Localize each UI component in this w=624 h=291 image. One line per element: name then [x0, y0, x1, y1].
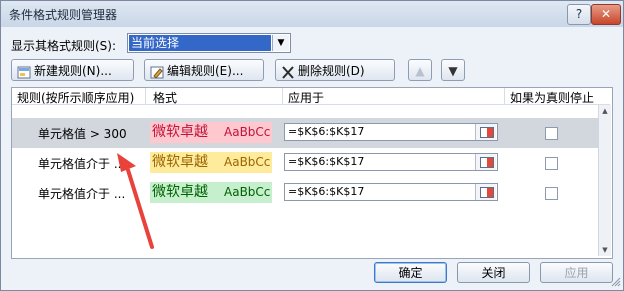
- show-rules-dropdown[interactable]: 当前选择 ▼: [127, 33, 291, 53]
- scroll-down-icon[interactable]: ▼: [599, 244, 611, 256]
- rule-description: 单元格值介于 ...: [38, 157, 126, 171]
- column-header-format: 格式: [153, 91, 178, 105]
- close-window-button[interactable]: ✕: [591, 4, 621, 25]
- resize-grip-icon[interactable]: [611, 277, 621, 287]
- range-select-icon: [480, 127, 494, 138]
- column-header-applies-to: 应用于: [288, 91, 325, 105]
- applies-to-value: =$K$6:$K$17: [288, 185, 365, 198]
- format-preview: 微软卓越 AaBbCc: [150, 152, 272, 173]
- format-preview: 微软卓越 AaBbCc: [150, 122, 272, 143]
- column-header-stop-if-true: 如果为真则停止: [510, 91, 595, 105]
- stop-if-true-checkbox[interactable]: [545, 127, 558, 140]
- format-sample-chinese: 微软卓越: [152, 124, 208, 140]
- apply-button[interactable]: 应用: [540, 262, 613, 283]
- column-header-rule: 规则(按所示顺序应用): [17, 91, 135, 105]
- stop-if-true-checkbox[interactable]: [545, 187, 558, 200]
- format-sample-latin: AaBbCc: [224, 185, 271, 199]
- scroll-up-icon[interactable]: ▲: [599, 105, 611, 117]
- column-divider: [282, 88, 283, 104]
- applies-to-input[interactable]: =$K$6:$K$17: [284, 123, 498, 141]
- stop-if-true-checkbox[interactable]: [545, 157, 558, 170]
- format-sample-latin: AaBbCc: [224, 155, 271, 169]
- dialog-body: 显示其格式规则(S): 当前选择 ▼ 新建规则(N)... 编辑规则(E)...…: [1, 27, 623, 290]
- help-button[interactable]: ?: [567, 4, 591, 25]
- vertical-scrollbar[interactable]: ▲ ▼: [598, 105, 611, 256]
- range-select-icon: [480, 157, 494, 168]
- edit-rule-label: 编辑规则(E)...: [167, 64, 244, 78]
- rule-description: 单元格值介于 ...: [38, 187, 126, 201]
- new-rule-icon: [17, 64, 31, 79]
- range-select-button[interactable]: [475, 154, 496, 170]
- rule-row[interactable]: 单元格值介于 ... 微软卓越 AaBbCc =$K$6:$K$17: [12, 148, 598, 178]
- rule-description: 单元格值 > 300: [38, 127, 127, 141]
- edit-rule-icon: [150, 64, 164, 79]
- delete-icon: [281, 64, 295, 79]
- grid-header: 规则(按所示顺序应用) 格式 应用于 如果为真则停止: [12, 88, 610, 105]
- edit-rule-button[interactable]: 编辑规则(E)...: [144, 59, 264, 81]
- move-up-button[interactable]: ▲: [408, 59, 432, 81]
- column-divider: [504, 88, 505, 104]
- move-down-button[interactable]: ▼: [441, 59, 465, 81]
- show-rules-selected: 当前选择: [129, 35, 271, 51]
- rules-grid: 规则(按所示顺序应用) 格式 应用于 如果为真则停止 单元格值 > 300 微软…: [11, 87, 613, 259]
- applies-to-value: =$K$6:$K$17: [288, 125, 365, 138]
- new-rule-label: 新建规则(N)...: [34, 64, 112, 78]
- format-sample-chinese: 微软卓越: [152, 154, 208, 170]
- applies-to-input[interactable]: =$K$6:$K$17: [284, 153, 498, 171]
- conditional-format-manager-dialog: 条件格式规则管理器 ? ✕ 显示其格式规则(S): 当前选择 ▼ 新建规则(N)…: [0, 0, 624, 291]
- format-sample-latin: AaBbCc: [224, 125, 271, 139]
- rule-row[interactable]: 单元格值 > 300 微软卓越 AaBbCc =$K$6:$K$17: [12, 118, 598, 148]
- range-select-button[interactable]: [475, 184, 496, 200]
- new-rule-button[interactable]: 新建规则(N)...: [11, 59, 134, 81]
- applies-to-value: =$K$6:$K$17: [288, 155, 365, 168]
- ok-button[interactable]: 确定: [374, 262, 447, 283]
- close-button[interactable]: 关闭: [457, 262, 530, 283]
- format-sample-chinese: 微软卓越: [152, 184, 208, 200]
- applies-to-input[interactable]: =$K$6:$K$17: [284, 183, 498, 201]
- show-rules-label: 显示其格式规则(S):: [11, 39, 117, 53]
- range-select-icon: [480, 187, 494, 198]
- column-divider: [145, 88, 146, 104]
- dialog-title: 条件格式规则管理器: [9, 8, 118, 22]
- rule-row[interactable]: 单元格值介于 ... 微软卓越 AaBbCc =$K$6:$K$17: [12, 178, 598, 208]
- title-bar: 条件格式规则管理器 ? ✕: [1, 1, 623, 27]
- delete-rule-button[interactable]: 删除规则(D): [275, 59, 395, 81]
- delete-rule-label: 删除规则(D): [298, 64, 365, 78]
- dropdown-arrow-icon[interactable]: ▼: [272, 35, 289, 51]
- format-preview: 微软卓越 AaBbCc: [150, 182, 272, 203]
- range-select-button[interactable]: [475, 124, 496, 140]
